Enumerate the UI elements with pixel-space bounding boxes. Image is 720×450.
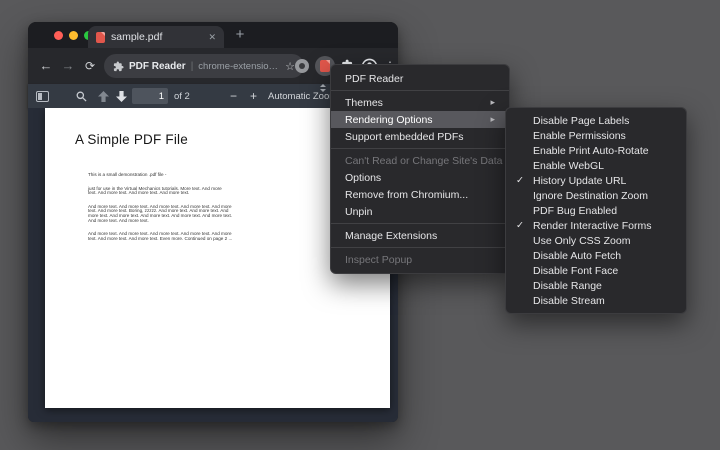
pdf-paragraph: And more text. And more text. And more t… — [88, 205, 318, 223]
menu-item-inspect-popup: Inspect Popup — [331, 251, 509, 268]
zoom-in-icon[interactable]: + — [250, 84, 257, 108]
pdf-paragraph: And more text. And more text. And more t… — [88, 232, 318, 241]
menu-separator — [331, 223, 509, 224]
back-icon[interactable]: ← — [38, 58, 54, 74]
submenu-item-pdf-bug-enabled[interactable]: PDF Bug Enabled — [506, 203, 686, 218]
tab-close-icon[interactable]: ✕ — [208, 33, 216, 42]
zoom-select[interactable]: Automatic Zoom — [268, 84, 337, 108]
submenu-arrow-icon: ▸ — [490, 114, 495, 125]
submenu-item-disable-range[interactable]: Disable Range — [506, 278, 686, 293]
pdf-paragraph: just for use in the Virtual Mechanics tu… — [88, 187, 318, 196]
minimize-window-button[interactable] — [69, 31, 78, 40]
submenu-item-enable-print-auto-rotate[interactable]: Enable Print Auto-Rotate — [506, 143, 686, 158]
extension-puzzle-icon — [113, 61, 124, 72]
menu-item-unpin[interactable]: Unpin — [331, 203, 509, 220]
menu-item-manage-extensions[interactable]: Manage Extensions — [331, 227, 509, 244]
tab-strip: sample.pdf ✕ + — [28, 22, 398, 48]
submenu-item-disable-page-labels[interactable]: Disable Page Labels — [506, 113, 686, 128]
address-bar[interactable]: PDF Reader | chrome-extension://hhigapll… — [104, 54, 304, 78]
extension-context-menu: PDF Reader Themes ▸ Rendering Options ▸ … — [330, 64, 510, 274]
extension-icon-generic[interactable] — [295, 59, 309, 73]
submenu-arrow-icon: ▸ — [490, 97, 495, 108]
sidebar-toggle-icon[interactable] — [36, 84, 49, 108]
submenu-item-disable-auto-fetch[interactable]: Disable Auto Fetch — [506, 248, 686, 263]
checkmark-icon: ✓ — [516, 175, 524, 186]
menu-item-themes[interactable]: Themes ▸ — [331, 94, 509, 111]
menu-separator — [331, 148, 509, 149]
pdf-paragraph: This is a small demonstration .pdf file … — [88, 173, 318, 178]
page-number-input[interactable] — [132, 88, 168, 104]
checkmark-icon: ✓ — [516, 220, 524, 231]
submenu-item-history-update-url[interactable]: ✓ History Update URL — [506, 173, 686, 188]
page-count-label: of 2 — [174, 84, 190, 108]
reload-icon[interactable]: ⟳ — [82, 58, 98, 74]
url-text[interactable]: chrome-extension://hhigapllp... — [198, 61, 280, 72]
tab-sample-pdf[interactable]: sample.pdf ✕ — [88, 26, 224, 48]
submenu-item-render-interactive-forms[interactable]: ✓ Render Interactive Forms — [506, 218, 686, 233]
pdf-document-body: This is a small demonstration .pdf file … — [88, 173, 318, 241]
submenu-item-ignore-destination-zoom[interactable]: Ignore Destination Zoom — [506, 188, 686, 203]
zoom-out-icon[interactable]: − — [230, 84, 237, 108]
pdf-file-icon — [96, 32, 105, 43]
next-page-icon[interactable] — [116, 84, 127, 108]
zoom-select-caret-icon[interactable] — [320, 84, 326, 108]
menu-item-pdf-reader: PDF Reader — [331, 70, 509, 87]
submenu-item-use-only-css-zoom[interactable]: Use Only CSS Zoom — [506, 233, 686, 248]
previous-page-icon[interactable] — [98, 84, 109, 108]
close-window-button[interactable] — [54, 31, 63, 40]
bookmark-star-icon[interactable]: ☆ — [285, 60, 295, 73]
forward-icon[interactable]: → — [60, 58, 76, 74]
submenu-item-enable-permissions[interactable]: Enable Permissions — [506, 128, 686, 143]
menu-item-rendering-options[interactable]: Rendering Options ▸ — [331, 111, 509, 128]
menu-separator — [331, 90, 509, 91]
search-icon[interactable] — [76, 84, 87, 108]
desktop: { "browser": { "traffic": { "close": "#f… — [0, 0, 720, 450]
rendering-options-submenu: Disable Page Labels Enable Permissions E… — [505, 107, 687, 314]
new-tab-button[interactable]: + — [232, 27, 248, 42]
submenu-item-disable-font-face[interactable]: Disable Font Face — [506, 263, 686, 278]
submenu-item-enable-webgl[interactable]: Enable WebGL — [506, 158, 686, 173]
menu-item-options[interactable]: Options — [331, 169, 509, 186]
pdf-reader-extension-icon — [320, 60, 330, 72]
submenu-item-disable-stream[interactable]: Disable Stream — [506, 293, 686, 308]
tab-title: sample.pdf — [111, 31, 202, 43]
omnibox-divider: | — [191, 61, 194, 72]
menu-separator — [331, 247, 509, 248]
menu-item-remove-from-chromium[interactable]: Remove from Chromium... — [331, 186, 509, 203]
menu-item-site-data: Can't Read or Change Site's Data — [331, 152, 509, 169]
extension-name-chip: PDF Reader — [129, 61, 186, 72]
menu-item-support-embedded-pdfs[interactable]: Support embedded PDFs — [331, 128, 509, 145]
